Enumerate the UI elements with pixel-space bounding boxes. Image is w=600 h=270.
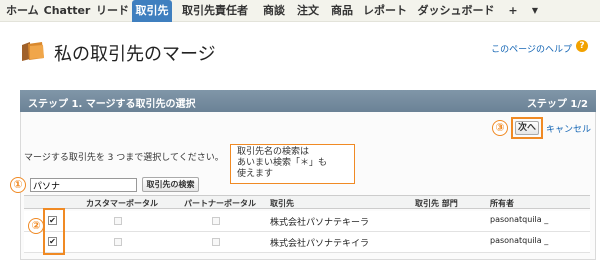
tab-leads[interactable]: リード	[96, 0, 129, 22]
tip-line: あいまい検索「＊」も	[237, 158, 328, 168]
account-search-button[interactable]: 取引先の検索	[142, 177, 199, 192]
account-name[interactable]: 株式会社パソナテキーラ	[270, 215, 369, 228]
account-name[interactable]: 株式会社パソナテキイラ	[270, 236, 369, 249]
col-owner: 所有者	[490, 199, 514, 208]
col-customer-portal: カスタマーポータル	[86, 199, 158, 208]
help-icon[interactable]: ?	[576, 40, 588, 52]
tab-orders[interactable]: 注文	[294, 0, 322, 22]
partner-portal-checkbox	[212, 217, 220, 225]
col-division: 取引先 部門	[415, 199, 458, 208]
folder-icon	[20, 40, 46, 62]
page-title: 私の取引先のマージ	[54, 44, 216, 65]
callout-3: ③	[492, 120, 508, 136]
step-title: ステップ 1. マージする取引先の選択	[28, 99, 196, 110]
cancel-link[interactable]: キャンセル	[546, 122, 591, 135]
account-owner[interactable]: pasonatquila _	[490, 215, 548, 224]
tab-reports[interactable]: レポート	[362, 0, 408, 22]
table-row: ✔ 株式会社パソナテキイラ pasonatquila _	[24, 232, 590, 253]
tab-accounts[interactable]: 取引先	[132, 0, 172, 22]
tab-opportunities[interactable]: 商談	[260, 0, 288, 22]
partner-portal-checkbox	[212, 238, 220, 246]
callout-1: ①	[10, 177, 26, 193]
tab-contacts[interactable]: 取引先責任者	[176, 0, 254, 22]
tab-dashboards[interactable]: ダッシュボード	[412, 0, 500, 22]
col-account: 取引先	[270, 199, 294, 208]
col-partner-portal: パートナーポータル	[184, 199, 256, 208]
top-nav: ホーム Chatter リード 取引先 取引先責任者 商談 注文 商品 レポート…	[0, 0, 600, 22]
tip-line: 取引先名の検索は	[237, 147, 310, 157]
step-count: ステップ 1/2	[526, 99, 588, 110]
search-tip-callout: 取引先名の検索は あいまい検索「＊」も 使えます	[230, 144, 355, 184]
help-link[interactable]: このページのヘルプ	[491, 42, 572, 55]
customer-portal-checkbox	[114, 238, 122, 246]
chevron-down-icon[interactable]: ▼	[528, 0, 542, 22]
table-header: カスタマーポータル パートナーポータル 取引先 取引先 部門 所有者	[24, 195, 590, 209]
account-owner[interactable]: pasonatquila _	[490, 236, 548, 245]
account-search-input[interactable]	[30, 178, 137, 192]
table-row: ✔ 株式会社パソナテキーラ pasonatquila _	[24, 211, 590, 232]
tip-line: 使えます	[237, 169, 274, 179]
tab-home[interactable]: ホーム	[6, 0, 39, 22]
instruction-text: マージする取引先を 3 つまで選択してください。	[24, 153, 224, 163]
tab-products[interactable]: 商品	[328, 0, 356, 22]
customer-portal-checkbox	[114, 217, 122, 225]
tab-chatter[interactable]: Chatter	[42, 0, 92, 22]
add-tab-button[interactable]: +	[506, 0, 520, 22]
callout-2: ②	[28, 218, 44, 234]
checkbox-highlight	[43, 208, 65, 255]
step-header: ステップ 1. マージする取引先の選択 ステップ 1/2	[20, 90, 596, 112]
next-button[interactable]: 次へ	[515, 121, 539, 135]
